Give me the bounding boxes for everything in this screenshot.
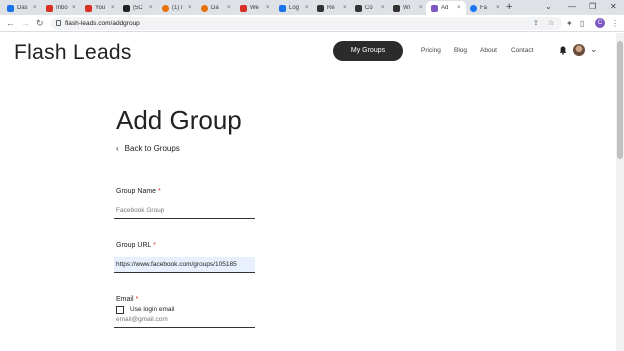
browser-tab[interactable]: Fa ×: [465, 1, 505, 15]
chevron-down-icon[interactable]: ⌄: [590, 44, 598, 55]
close-icon[interactable]: ×: [111, 5, 115, 11]
nav-blog[interactable]: Blog: [454, 47, 467, 54]
use-login-email-checkbox[interactable]: [116, 306, 124, 314]
tab-search-icon[interactable]: ⌄: [545, 1, 552, 13]
close-icon[interactable]: ×: [457, 5, 461, 11]
email-input[interactable]: [114, 312, 255, 328]
browser-tab[interactable]: Re ×: [312, 1, 352, 15]
side-panel-icon[interactable]: ▯: [580, 18, 584, 29]
group-name-label: Group Name *: [116, 188, 161, 195]
browser-tab-strip: Das × Inbo × You × (5C × (1) I × Da × We × Log ×…: [0, 0, 624, 15]
gmail-icon: [85, 4, 92, 12]
forward-arrow-icon[interactable]: →: [21, 17, 30, 29]
tab-favicon-icon: [240, 4, 247, 12]
browser-tab-active[interactable]: Ad ×: [426, 1, 466, 15]
browser-tab[interactable]: Da ×: [196, 1, 236, 15]
tab-favicon-icon: [355, 4, 362, 12]
page-content: Flash Leads My Groups Pricing Blog About…: [0, 33, 616, 351]
user-avatar[interactable]: [573, 44, 585, 56]
menu-kebab-icon[interactable]: ⋮: [611, 18, 619, 29]
window-close-icon[interactable]: ✕: [610, 1, 617, 13]
group-url-label: Group URL *: [116, 242, 156, 249]
tab-favicon-icon: [317, 4, 324, 12]
tab-favicon-icon: [123, 4, 130, 12]
email-label: Email *: [116, 296, 139, 303]
gmail-icon: [46, 4, 53, 12]
reload-icon[interactable]: ↻: [36, 17, 44, 29]
page-title: Add Group: [116, 105, 242, 135]
tab-favicon-icon: [7, 4, 14, 12]
browser-tab[interactable]: (1) I ×: [157, 1, 197, 15]
browser-toolbar: ← → ↻ flash-leads.com/addgroup ⇪ ☆ ✦ ▯ C…: [0, 15, 624, 32]
close-icon[interactable]: ×: [33, 5, 37, 11]
tab-favicon-icon: [431, 4, 438, 12]
share-icon[interactable]: ⇪: [533, 18, 539, 29]
close-icon[interactable]: ×: [227, 5, 231, 11]
close-icon[interactable]: ×: [381, 5, 385, 11]
reddit-icon: [201, 4, 208, 12]
restore-icon[interactable]: ❐: [589, 1, 596, 13]
close-icon[interactable]: ×: [72, 5, 76, 11]
close-icon[interactable]: ×: [343, 5, 347, 11]
browser-tab[interactable]: Inbo ×: [41, 1, 81, 15]
browser-tab[interactable]: (5C ×: [118, 1, 158, 15]
browser-tab[interactable]: Log ×: [274, 1, 314, 15]
browser-tab[interactable]: Das ×: [2, 1, 42, 15]
group-name-input[interactable]: [114, 203, 255, 219]
reddit-icon: [162, 4, 169, 12]
tab-favicon-icon: [393, 4, 400, 12]
nav-pricing[interactable]: Pricing: [421, 47, 441, 54]
browser-tab[interactable]: You ×: [80, 1, 120, 15]
chevron-left-icon: ‹: [116, 144, 119, 153]
address-url[interactable]: flash-leads.com/addgroup: [65, 19, 140, 28]
nav-about[interactable]: About: [480, 47, 497, 54]
browser-tab[interactable]: Co ×: [350, 1, 390, 15]
group-url-input[interactable]: https://www.facebook.com/groups/105185: [114, 257, 255, 273]
close-icon[interactable]: ×: [305, 5, 309, 11]
new-tab-button[interactable]: +: [506, 1, 512, 14]
close-icon[interactable]: ×: [419, 5, 423, 11]
site-logo[interactable]: Flash Leads: [14, 41, 132, 65]
profile-avatar[interactable]: C: [595, 18, 605, 28]
browser-tab[interactable]: Wi ×: [388, 1, 428, 15]
scrollbar-thumb[interactable]: [617, 41, 623, 159]
minimize-icon[interactable]: —: [568, 1, 576, 13]
bell-icon[interactable]: [559, 46, 567, 55]
close-icon[interactable]: ×: [266, 5, 270, 11]
use-login-email-label[interactable]: Use login email: [130, 306, 174, 313]
tab-favicon-icon: [279, 4, 286, 12]
lock-icon: [56, 20, 61, 26]
address-bar[interactable]: flash-leads.com/addgroup ⇪ ☆: [51, 17, 562, 30]
my-groups-button[interactable]: My Groups: [333, 41, 403, 61]
close-icon[interactable]: ×: [496, 5, 500, 11]
close-icon[interactable]: ×: [149, 5, 153, 11]
back-arrow-icon[interactable]: ←: [6, 17, 15, 29]
nav-contact[interactable]: Contact: [511, 47, 533, 54]
facebook-icon: [470, 4, 477, 12]
browser-tab[interactable]: We ×: [235, 1, 275, 15]
back-to-groups-link[interactable]: ‹ Back to Groups: [116, 144, 180, 153]
close-icon[interactable]: ×: [188, 5, 192, 11]
extensions-icon[interactable]: ✦: [566, 18, 573, 29]
page-scrollbar[interactable]: [616, 33, 624, 351]
bookmark-star-icon[interactable]: ☆: [548, 18, 554, 29]
